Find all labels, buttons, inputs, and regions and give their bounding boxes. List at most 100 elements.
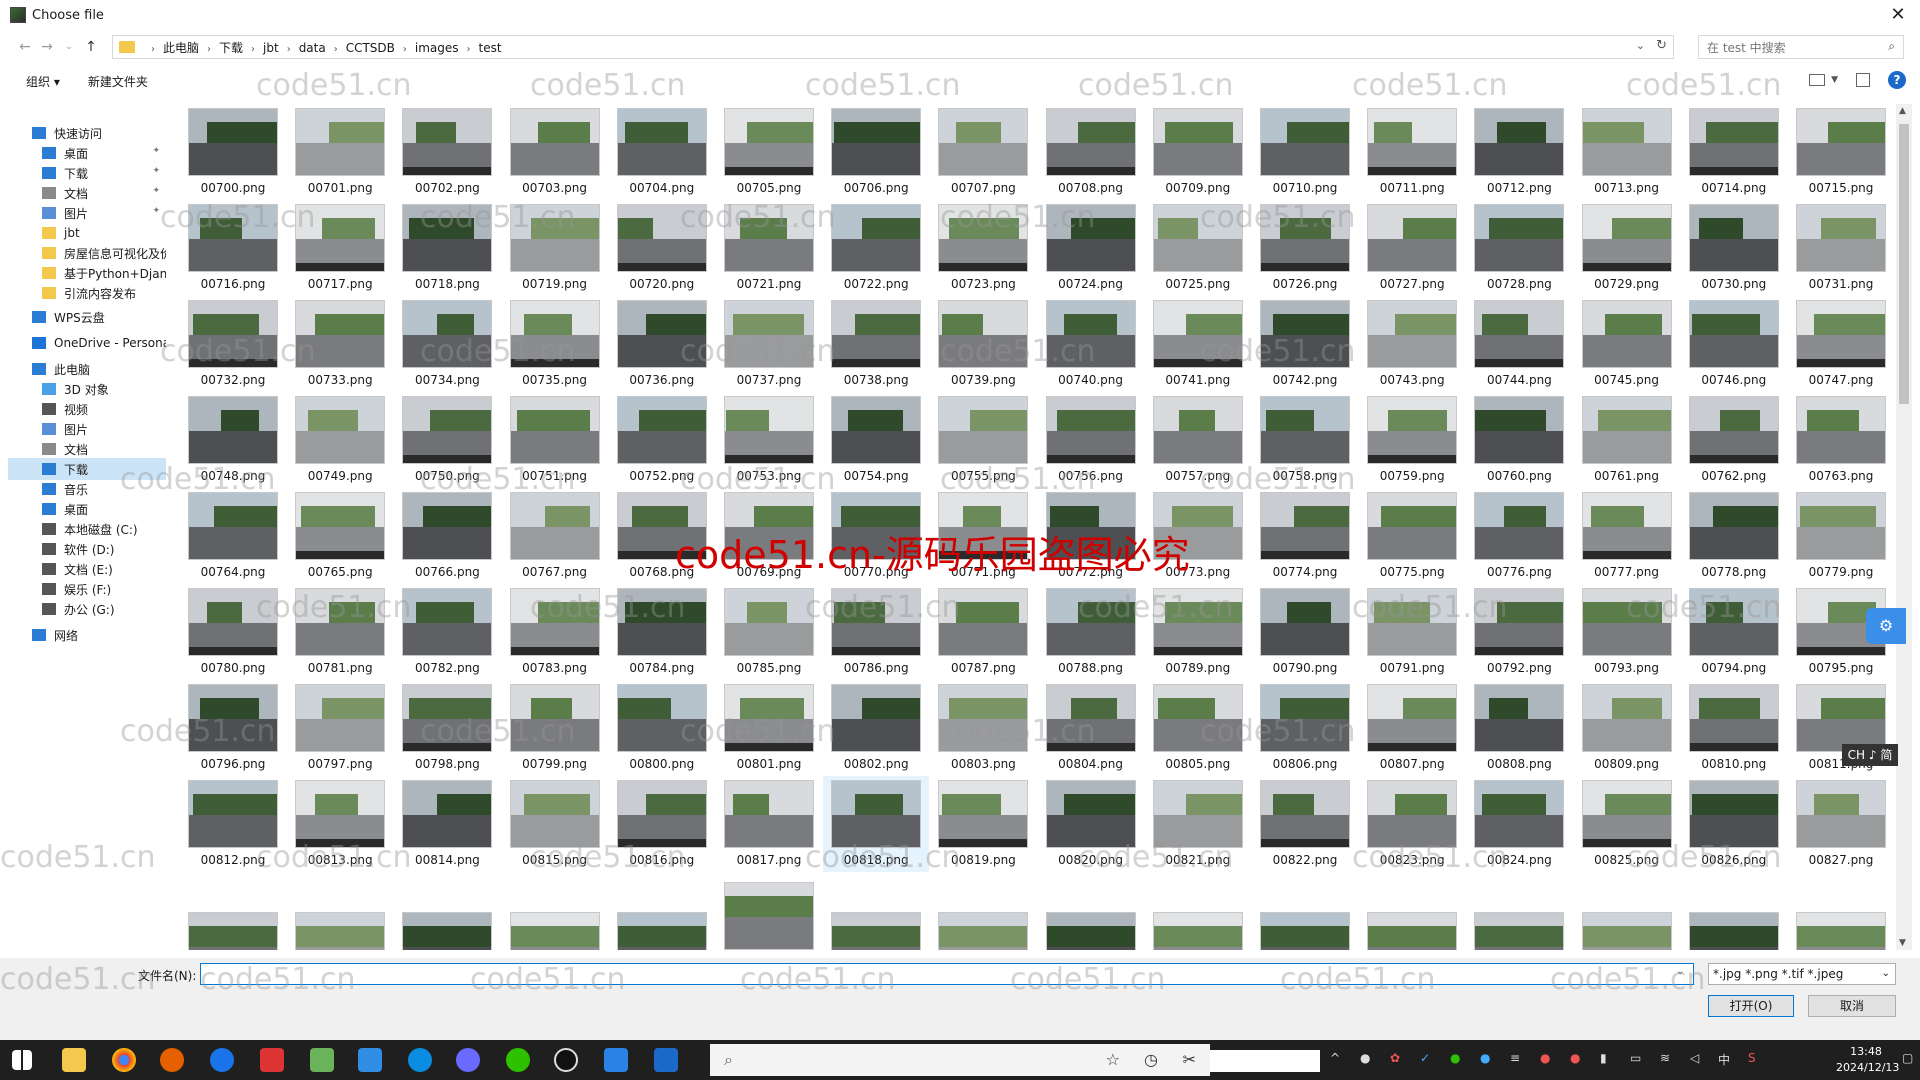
file-item[interactable]: 00721.png [716, 200, 822, 296]
breadcrumb-separator-icon[interactable]: › [251, 44, 255, 55]
nav-item[interactable]: 文档 [8, 438, 166, 460]
editor-icon[interactable] [358, 1048, 382, 1072]
nav-item[interactable]: 快速访问 [8, 122, 166, 144]
file-item[interactable]: 00705.png [716, 104, 822, 200]
tray-arrow-icon[interactable]: ^ [1330, 1051, 1344, 1067]
app-cloud-icon[interactable] [604, 1048, 628, 1072]
search-input[interactable]: 在 test 中搜索 [1707, 39, 1786, 56]
file-item[interactable]: 00827.png [1788, 776, 1890, 872]
file-item[interactable]: 00709.png [1145, 104, 1251, 200]
file-item[interactable]: 00812.png [180, 776, 286, 872]
file-item-partial[interactable] [1145, 872, 1251, 950]
nav-item[interactable]: 文档 ✦ [8, 182, 166, 204]
view-dropdown-icon[interactable]: ▼ [1831, 75, 1838, 85]
breadcrumb-separator-icon[interactable]: › [287, 44, 291, 55]
edge-icon[interactable] [408, 1048, 432, 1072]
file-item[interactable]: 00824.png [1466, 776, 1572, 872]
breadcrumb-item[interactable]: images [415, 41, 459, 55]
file-item[interactable]: 00816.png [609, 776, 715, 872]
file-item[interactable]: 00797.png [287, 680, 393, 776]
nav-item[interactable]: 房屋信息可视化及价 [8, 242, 166, 264]
qq-icon[interactable] [554, 1048, 578, 1072]
firefox-icon[interactable] [160, 1048, 184, 1072]
nav-item[interactable]: 娱乐 (F:) [8, 578, 166, 600]
file-item[interactable]: 00800.png [609, 680, 715, 776]
file-explorer-icon[interactable] [62, 1048, 86, 1072]
file-item[interactable]: 00776.png [1466, 488, 1572, 584]
file-item[interactable]: 00799.png [502, 680, 608, 776]
refresh-icon[interactable]: ↻ [1656, 38, 1667, 53]
app-dark-icon[interactable] [654, 1048, 678, 1072]
file-item[interactable]: 00741.png [1145, 296, 1251, 392]
color-app-icon[interactable] [456, 1048, 480, 1072]
nav-item[interactable]: 音乐 [8, 478, 166, 500]
nav-item[interactable]: OneDrive - Persona [8, 332, 166, 354]
file-item[interactable]: 00759.png [1359, 392, 1465, 488]
file-item[interactable]: 00789.png [1145, 584, 1251, 680]
wps-icon[interactable] [260, 1048, 284, 1072]
file-item[interactable]: 00752.png [609, 392, 715, 488]
breadcrumb-separator-icon[interactable]: › [151, 44, 155, 55]
notification-icon[interactable]: ▢ [1902, 1051, 1916, 1067]
file-item[interactable]: 00755.png [930, 392, 1036, 488]
nav-item[interactable]: 本地磁盘 (C:) [8, 518, 166, 540]
breadcrumb-separator-icon[interactable]: › [467, 44, 471, 55]
file-item[interactable]: 00814.png [394, 776, 500, 872]
file-item[interactable]: 00826.png [1681, 776, 1787, 872]
file-item[interactable]: 00754.png [823, 392, 929, 488]
file-item[interactable]: 00732.png [180, 296, 286, 392]
file-item[interactable]: 00734.png [394, 296, 500, 392]
file-item[interactable]: 00762.png [1681, 392, 1787, 488]
nav-item[interactable]: 网络 [8, 624, 166, 646]
nav-item[interactable]: 图片 ✦ [8, 202, 166, 224]
file-item[interactable]: 00742.png [1252, 296, 1358, 392]
file-item-partial[interactable] [394, 872, 500, 950]
file-item[interactable]: 00749.png [287, 392, 393, 488]
file-item[interactable]: 00714.png [1681, 104, 1787, 200]
file-item[interactable]: 00701.png [287, 104, 393, 200]
ime-mode-icon[interactable]: 中 [1718, 1051, 1732, 1067]
history-icon[interactable]: ◷ [1144, 1050, 1158, 1069]
file-item[interactable]: 00748.png [180, 392, 286, 488]
nav-item[interactable]: 图片 [8, 418, 166, 440]
file-item[interactable]: 00825.png [1574, 776, 1680, 872]
breadcrumb-item[interactable]: jbt [263, 41, 279, 55]
open-button[interactable]: 打开(O) [1708, 995, 1794, 1017]
file-item[interactable]: 00794.png [1681, 584, 1787, 680]
file-item[interactable]: 00787.png [930, 584, 1036, 680]
new-folder-button[interactable]: 新建文件夹 [88, 73, 148, 90]
taskbar-clock[interactable]: 13:48 2024/12/13 [1836, 1044, 1899, 1076]
nav-item[interactable]: 下载 [8, 458, 166, 480]
file-item[interactable]: 00810.png [1681, 680, 1787, 776]
file-item-partial[interactable] [716, 872, 822, 950]
file-item[interactable]: 00756.png [1038, 392, 1144, 488]
file-item[interactable]: 00707.png [930, 104, 1036, 200]
file-item[interactable]: 00724.png [1038, 200, 1144, 296]
file-item[interactable]: 00716.png [180, 200, 286, 296]
file-item[interactable]: 00700.png [180, 104, 286, 200]
file-item[interactable]: 00704.png [609, 104, 715, 200]
tray-person2-icon[interactable]: ● [1570, 1051, 1584, 1067]
nav-item[interactable]: 办公 (G:) [8, 598, 166, 620]
forward-arrow-icon[interactable]: → [36, 39, 58, 55]
nav-item[interactable]: 视频 [8, 398, 166, 420]
file-item[interactable]: 00739.png [930, 296, 1036, 392]
file-item[interactable]: 00777.png [1574, 488, 1680, 584]
floating-widget-icon[interactable]: ⚙ [1866, 608, 1906, 644]
file-item[interactable]: 00723.png [930, 200, 1036, 296]
file-item-partial[interactable] [823, 872, 929, 950]
file-item[interactable]: 00805.png [1145, 680, 1251, 776]
cancel-button[interactable]: 取消 [1808, 995, 1896, 1017]
recent-dropdown-icon[interactable]: ⌄ [58, 42, 80, 52]
breadcrumb-separator-icon[interactable]: › [403, 44, 407, 55]
file-item[interactable]: 00758.png [1252, 392, 1358, 488]
file-item[interactable]: 00718.png [394, 200, 500, 296]
file-item[interactable]: 00784.png [609, 584, 715, 680]
filename-dropdown-icon[interactable]: ⌄ [1676, 966, 1684, 977]
file-item[interactable]: 00813.png [287, 776, 393, 872]
file-item[interactable]: 00775.png [1359, 488, 1465, 584]
change-view-icon[interactable] [1809, 74, 1826, 86]
file-item[interactable]: 00779.png [1788, 488, 1890, 584]
file-item[interactable]: 00788.png [1038, 584, 1144, 680]
file-item[interactable]: 00733.png [287, 296, 393, 392]
